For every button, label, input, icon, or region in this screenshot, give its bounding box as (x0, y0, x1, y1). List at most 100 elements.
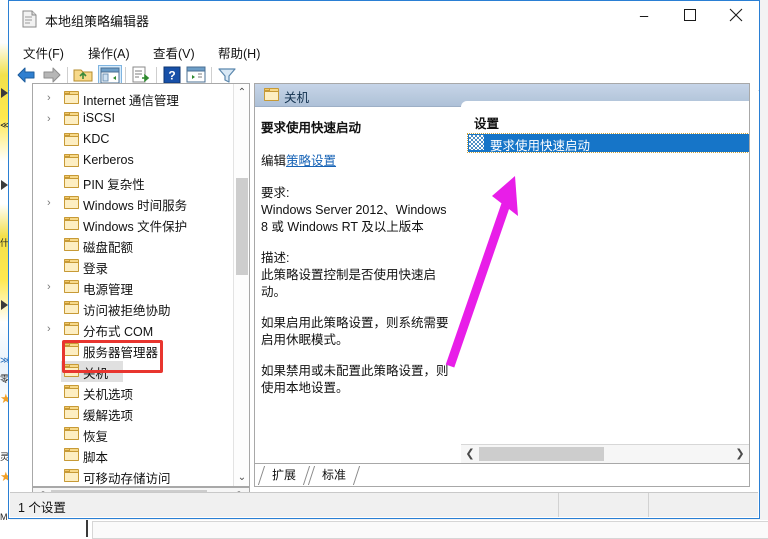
details-hscroll-thumb[interactable] (479, 447, 604, 461)
tab-standard[interactable]: 标准 (307, 466, 361, 485)
tree-item-label: KDC (83, 132, 110, 146)
group-policy-editor-window: 本地组策略编辑器 – 文件(F) 操作(A) 查看(V) 帮助(H) ? › I… (8, 0, 760, 519)
menubar: 文件(F) 操作(A) 查看(V) 帮助(H) (9, 39, 759, 63)
tree-item[interactable]: 登录 (33, 256, 233, 277)
chevron-right-icon[interactable]: › (47, 323, 57, 335)
toolbar-separator (125, 67, 126, 84)
tree-item-label: 电源管理 (83, 283, 134, 297)
red-highlight-box-annotation (62, 340, 163, 373)
tree-item[interactable]: 缓解选项 (33, 403, 233, 424)
tree-item-label: Windows 时间服务 (83, 199, 188, 213)
description-label: 描述: (261, 251, 290, 265)
description-paragraph-2: 如果启用此策略设置，则系统需要启用休眠模式。 (261, 316, 449, 347)
status-bar: 1 个设置 (10, 492, 758, 517)
desktop-icon-glyph (1, 300, 8, 310)
description-block: 描述: 此策略设置控制是否使用快速启动。 (261, 250, 452, 301)
desktop-bottom-divider (86, 520, 88, 537)
tree-item-label: 可移动存储访问 (83, 472, 171, 486)
minimize-button[interactable]: – (621, 1, 667, 31)
tree-item-label: 缓解选项 (83, 409, 134, 423)
requirement-text: Windows Server 2012、Windows 8 或 Windows … (261, 203, 447, 234)
content-area: › Internet 通信管理 › iSCSI KDC Kerberos PIN 复杂性 › W… (10, 83, 758, 507)
desktop-icon-glyph (1, 88, 8, 98)
status-divider (558, 493, 559, 517)
chevron-right-icon[interactable]: › (47, 281, 57, 293)
policy-tree-panel[interactable]: › Internet 通信管理 › iSCSI KDC Kerberos PIN 复杂性 › W… (32, 83, 250, 487)
status-divider (648, 493, 649, 517)
desktop-bottom-pane (92, 521, 768, 539)
tree-item[interactable]: › iSCSI (33, 109, 233, 130)
tree-item[interactable]: 可移动存储访问 (33, 466, 233, 486)
svg-text:?: ? (168, 69, 175, 83)
scroll-up-icon[interactable]: ⌃ (234, 84, 249, 101)
tree-item-label: Kerberos (83, 153, 134, 167)
toolbar-separator (211, 67, 212, 84)
requirement-label: 要求: (261, 186, 290, 200)
tree-item[interactable]: KDC (33, 130, 233, 151)
window-titlebar: 本地组策略编辑器 – (9, 1, 759, 39)
policy-title: 要求使用快速启动 (261, 121, 362, 135)
chevron-right-icon[interactable]: › (47, 113, 57, 125)
tree-item[interactable]: 关机选项 (33, 382, 233, 403)
status-text: 1 个设置 (18, 501, 66, 515)
policy-setting-icon (469, 135, 484, 150)
tree-item[interactable]: 恢复 (33, 424, 233, 445)
details-horizontal-scrollbar[interactable]: ❮ ❯ (461, 444, 749, 464)
menu-view[interactable]: 查看(V) (149, 41, 199, 64)
tree-scroll-thumb[interactable] (236, 178, 248, 275)
edit-prefix-label: 编辑 (261, 154, 287, 168)
details-tabs: 扩展 标准 (255, 463, 749, 486)
toolbar-separator (67, 67, 68, 84)
chevron-right-icon[interactable]: › (47, 197, 57, 209)
close-button[interactable] (713, 1, 759, 31)
tree-item-label: 脚本 (83, 451, 109, 465)
maximize-button[interactable] (667, 1, 713, 31)
policy-document-icon (21, 10, 37, 28)
details-hscroll-right-icon[interactable]: ❯ (731, 445, 749, 463)
details-hscroll-left-icon[interactable]: ❮ (461, 445, 479, 463)
tree-item[interactable]: › 分布式 COM (33, 319, 233, 340)
tree-item[interactable]: 脚本 (33, 445, 233, 466)
tree-vertical-scrollbar[interactable]: ⌃ ⌄ (233, 84, 249, 486)
description-paragraph-3: 如果禁用或未配置此策略设置，则使用本地设置。 (261, 364, 449, 395)
maximize-icon (684, 9, 696, 23)
tree-item-label: Internet 通信管理 (83, 94, 179, 108)
tree-item-label: 访问被拒绝协助 (83, 304, 171, 318)
tree-item[interactable]: Kerberos (33, 151, 233, 172)
tree-item[interactable]: › Internet 通信管理 (33, 88, 233, 109)
scroll-down-icon[interactable]: ⌄ (234, 469, 249, 486)
desktop-icon-glyph (1, 180, 8, 190)
tab-standard-label: 标准 (322, 468, 347, 482)
tree-item[interactable]: PIN 复杂性 (33, 172, 233, 193)
requirement-block: 要求: Windows Server 2012、Windows 8 或 Wind… (261, 185, 452, 236)
tree-item[interactable]: 磁盘配额 (33, 235, 233, 256)
folder-icon (264, 88, 279, 106)
edit-policy-line: 编辑策略设置 (261, 150, 452, 169)
tree-item-label: iSCSI (83, 111, 115, 125)
tab-extended-label: 扩展 (272, 468, 297, 482)
tree-item-label: 登录 (83, 262, 109, 276)
tree-item[interactable]: Windows 文件保护 (33, 214, 233, 235)
settings-list-header: 设置 (474, 117, 500, 131)
magenta-arrow-annotation (445, 176, 518, 368)
settings-list-item-selected[interactable]: 要求使用快速启动 (467, 133, 749, 153)
tab-edge-right (343, 466, 361, 485)
menu-file[interactable]: 文件(F) (19, 41, 68, 64)
tree-item-label: PIN 复杂性 (83, 178, 145, 192)
window-title: 本地组策略编辑器 (45, 14, 150, 29)
menu-help[interactable]: 帮助(H) (214, 41, 264, 64)
tree-item[interactable]: › 电源管理 (33, 277, 233, 298)
tree-item-label: 分布式 COM (83, 325, 154, 339)
chevron-right-icon[interactable]: › (47, 92, 57, 104)
tree-item[interactable]: 访问被拒绝协助 (33, 298, 233, 319)
tree-item-label: 关机选项 (83, 388, 134, 402)
tree-item-label: 恢复 (83, 430, 109, 444)
menu-action[interactable]: 操作(A) (84, 41, 134, 64)
tree-item[interactable]: › Windows 时间服务 (33, 193, 233, 214)
tree-item-label: 磁盘配额 (83, 241, 134, 255)
close-icon (729, 8, 743, 24)
tab-extended[interactable]: 扩展 (257, 466, 311, 485)
settings-list-item-label: 要求使用快速启动 (490, 139, 591, 153)
toolbar-separator (156, 67, 157, 84)
edit-policy-link[interactable]: 策略设置 (286, 154, 336, 168)
